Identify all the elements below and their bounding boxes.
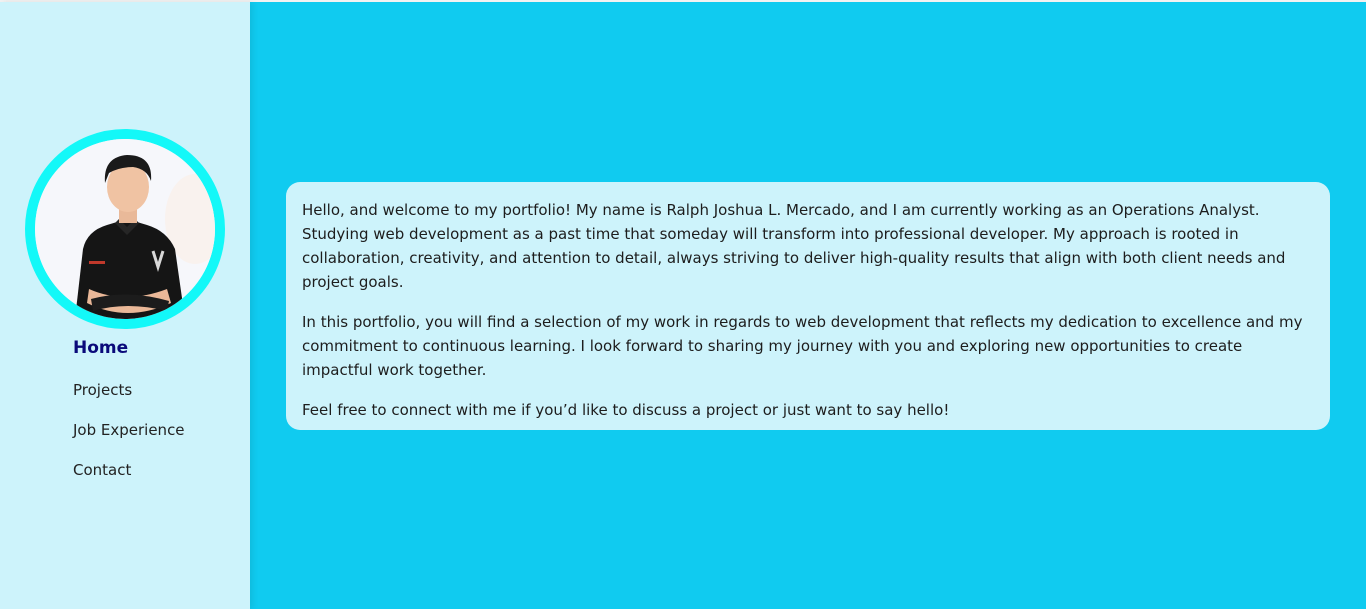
intro-paragraph: Hello, and welcome to my portfolio! My n… xyxy=(302,201,1286,291)
main-nav: Home Projects Job Experience Contact xyxy=(73,338,185,500)
nav-item-home[interactable]: Home xyxy=(73,338,185,358)
intro-paragraph: In this portfolio, you will find a selec… xyxy=(302,313,1303,379)
nav-item-projects[interactable]: Projects xyxy=(73,380,185,400)
avatar xyxy=(25,129,225,329)
sidebar: Home Projects Job Experience Contact xyxy=(0,2,250,609)
intro-paragraph: Feel free to connect with me if you’d li… xyxy=(302,401,950,419)
intro-card: Hello, and welcome to my portfolio! My n… xyxy=(286,182,1330,430)
nav-item-contact[interactable]: Contact xyxy=(73,460,185,480)
nav-item-job-experience[interactable]: Job Experience xyxy=(73,420,185,440)
profile-photo xyxy=(35,139,215,319)
